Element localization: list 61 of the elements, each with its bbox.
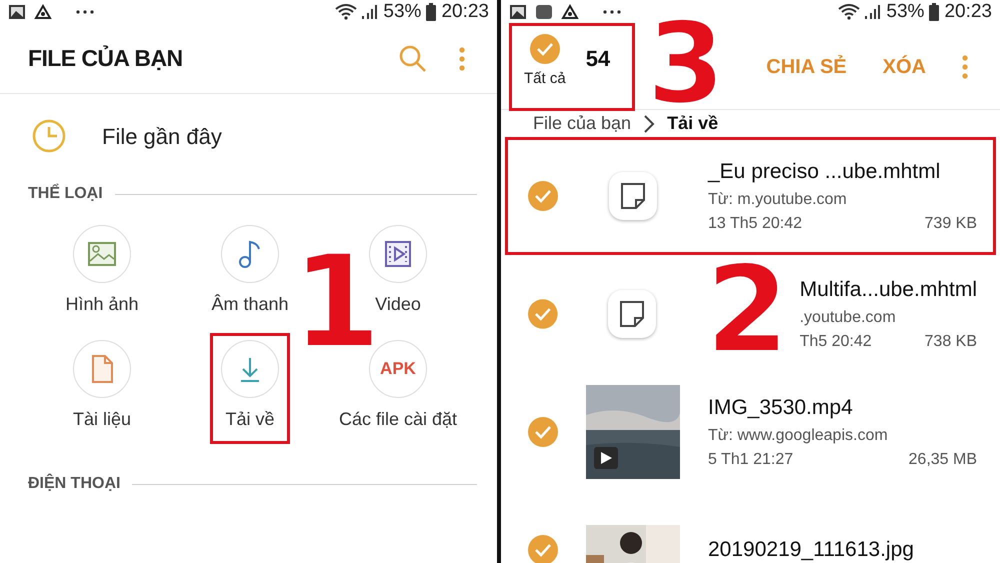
file-size: 26,35 MB bbox=[908, 450, 977, 470]
file-date: Th5 20:42 bbox=[800, 332, 872, 352]
file-size: 738 KB bbox=[924, 332, 977, 352]
checked-circle-icon[interactable] bbox=[528, 417, 558, 447]
select-all-control[interactable]: Tất cả 54 bbox=[509, 22, 635, 110]
file-source: Từ: www.googleapis.com bbox=[708, 426, 889, 446]
image-icon bbox=[87, 239, 117, 269]
status-time: 20:23 bbox=[944, 0, 992, 24]
breadcrumb-item[interactable]: File của bạn bbox=[533, 110, 632, 137]
select-all-label: Tất cả bbox=[524, 68, 566, 88]
triangle-icon bbox=[561, 4, 579, 20]
triangle-icon bbox=[34, 4, 52, 20]
note-file-icon bbox=[620, 182, 646, 210]
gallery-icon bbox=[509, 4, 527, 20]
checked-circle-icon[interactable] bbox=[528, 299, 558, 329]
status-time: 20:23 bbox=[441, 0, 489, 24]
signal-icon bbox=[864, 4, 882, 20]
apk-icon: APK bbox=[380, 356, 416, 382]
file-size: 739 KB bbox=[924, 214, 977, 234]
battery-icon bbox=[425, 3, 438, 21]
file-row[interactable]: IMG_3530.mp4 Từ: www.googleapis.com 5 Th1 21:27 26,35 MB bbox=[505, 373, 996, 491]
gallery-icon bbox=[8, 4, 26, 20]
video-icon bbox=[383, 239, 413, 269]
category-item[interactable]: Tài liệu bbox=[62, 333, 142, 444]
battery-percent: 53% bbox=[886, 0, 924, 24]
clock-icon bbox=[32, 119, 66, 153]
chat-app-icon bbox=[535, 4, 553, 20]
signal-icon bbox=[361, 4, 380, 20]
selected-count: 54 bbox=[586, 44, 610, 72]
section-title: THỂ LOẠI bbox=[28, 182, 103, 204]
checked-circle-icon[interactable] bbox=[530, 34, 560, 64]
checked-circle-icon[interactable] bbox=[528, 181, 558, 211]
file-name: IMG_3530.mp4 bbox=[708, 395, 854, 422]
battery-percent: 53% bbox=[383, 0, 422, 24]
wifi-icon bbox=[838, 4, 860, 20]
file-source: Từ: m.youtube.com bbox=[708, 190, 848, 210]
file-row[interactable]: 20190219_111613.jpg bbox=[505, 491, 996, 563]
wifi-icon bbox=[335, 4, 358, 20]
screen-title: FILE CỦA BẠN bbox=[28, 44, 184, 74]
more-notifications-icon bbox=[76, 10, 94, 14]
category-item[interactable]: Tải về bbox=[210, 333, 290, 444]
file-name: Multifa...ube.mhtml bbox=[800, 277, 977, 304]
category-item[interactable]: Video bbox=[358, 218, 438, 329]
file-date: 5 Th1 21:27 bbox=[708, 450, 794, 470]
section-title: ĐIỆN THOẠI bbox=[28, 472, 120, 494]
file-source: .youtube.com bbox=[800, 308, 897, 328]
file-name: 20190219_111613.jpg bbox=[708, 537, 915, 563]
battery-icon bbox=[928, 3, 940, 21]
file-date: 13 Th5 20:42 bbox=[708, 214, 802, 234]
category-item[interactable]: Hình ảnh bbox=[54, 218, 150, 329]
more-options-icon[interactable] bbox=[459, 46, 465, 70]
more-notifications-icon bbox=[603, 10, 621, 14]
file-row[interactable]: _Eu preciso ...ube.mhtml Từ: m.youtube.com 13 Th5 20:42 739 KB bbox=[505, 137, 996, 255]
breadcrumb-item[interactable]: Tải về bbox=[667, 110, 718, 137]
category-item[interactable]: Âm thanh bbox=[200, 218, 300, 329]
note-file-icon bbox=[618, 300, 645, 328]
recent-files-item[interactable]: File gần đây bbox=[0, 94, 497, 178]
search-icon[interactable] bbox=[399, 44, 427, 72]
file-name: _Eu preciso ...ube.mhtml bbox=[708, 159, 942, 186]
more-options-icon[interactable] bbox=[962, 54, 968, 78]
chevron-right-icon bbox=[643, 114, 656, 134]
